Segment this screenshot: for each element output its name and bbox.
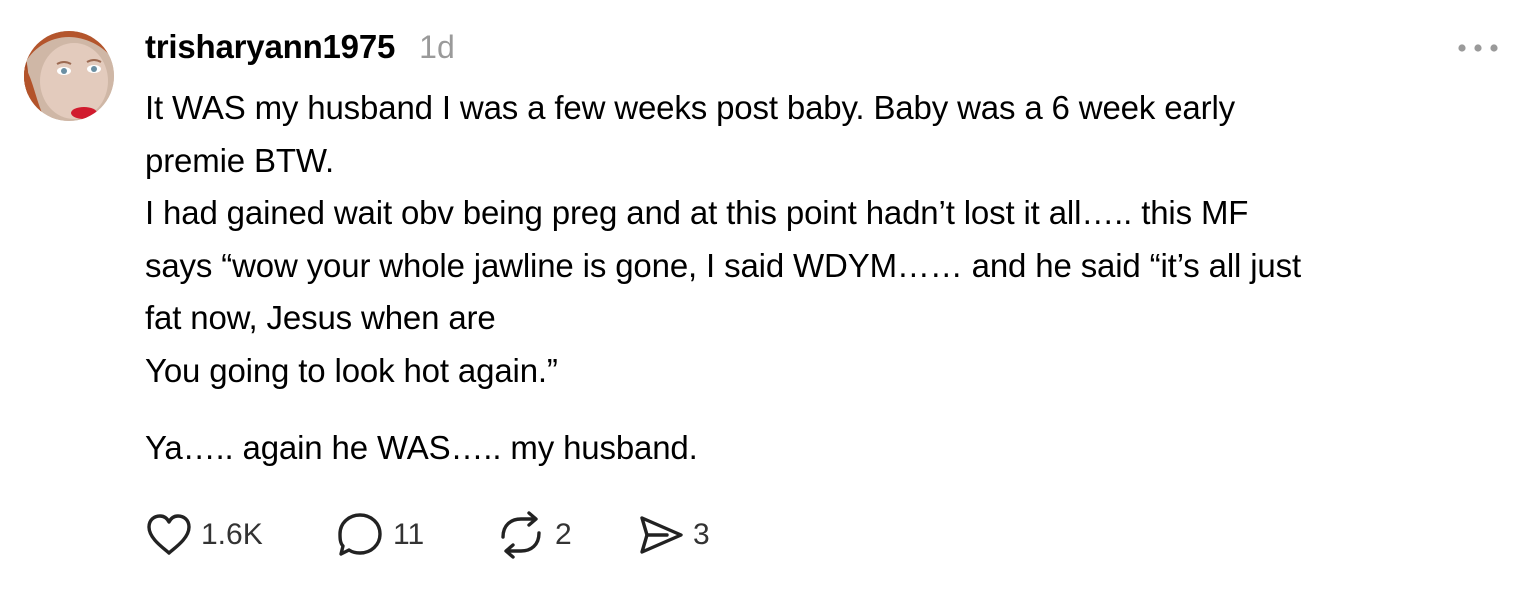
post-header: trisharyann1975 1d <box>145 28 455 66</box>
action-bar: 1.6K 11 2 3 <box>145 510 710 560</box>
share-count: 3 <box>693 518 710 551</box>
reply-button[interactable]: 11 <box>335 511 495 559</box>
post-text-line: You going to look hot again.” <box>145 351 558 389</box>
ellipsis-icon <box>1458 44 1498 52</box>
post-text-line: It WAS my husband I was a few weeks post… <box>145 89 1236 126</box>
timestamp: 1d <box>419 29 455 65</box>
post-text-line: Ya….. again he WAS….. my husband. <box>145 429 698 466</box>
post-text-line: fat now, Jesus when are <box>145 299 496 336</box>
repost-count: 2 <box>555 518 572 551</box>
share-button[interactable]: 3 <box>637 513 710 557</box>
heart-icon <box>147 514 191 555</box>
post-text-line: premie BTW. <box>145 141 335 179</box>
comment-bubble-icon <box>338 513 382 556</box>
paper-plane-icon <box>640 516 683 554</box>
post-text-line: I had gained wait obv being preg and at … <box>145 194 1249 231</box>
post-body: It WAS my husband I was a few weeks post… <box>145 82 1515 475</box>
like-button[interactable]: 1.6K <box>145 513 335 557</box>
repost-arrows-icon <box>501 511 541 559</box>
username[interactable]: trisharyann1975 <box>145 28 395 66</box>
profile-photo <box>24 31 114 121</box>
thread-post: trisharyann1975 1d It WAS my husband I w… <box>0 0 1534 590</box>
repost-button[interactable]: 2 <box>495 511 637 559</box>
reply-count: 11 <box>393 518 425 551</box>
avatar[interactable] <box>24 31 114 121</box>
more-options-button[interactable] <box>1455 38 1501 58</box>
like-count: 1.6K <box>201 518 263 551</box>
post-text-line: says “wow your whole jawline is gone, I … <box>145 246 1301 284</box>
